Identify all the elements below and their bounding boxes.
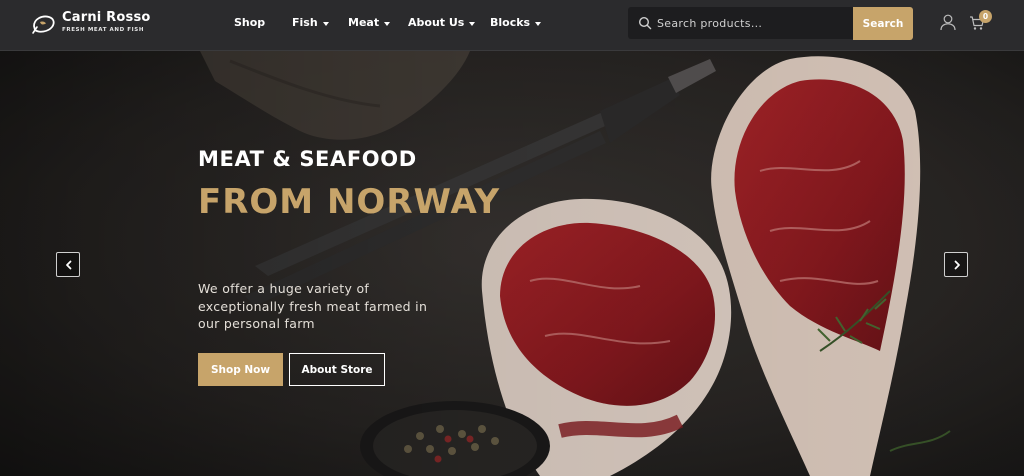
nav-item-blocks[interactable]: Blocks bbox=[490, 16, 542, 29]
nav-item-meat[interactable]: Meat bbox=[348, 16, 391, 29]
nav-item-about-us[interactable]: About Us bbox=[408, 16, 476, 29]
user-icon[interactable] bbox=[939, 13, 957, 31]
chevron-down-icon bbox=[535, 22, 542, 26]
search-button[interactable]: Search bbox=[853, 7, 913, 40]
brand-name: Carni Rosso bbox=[62, 10, 151, 25]
slider-next-button[interactable] bbox=[944, 252, 968, 277]
chevron-down-icon bbox=[322, 22, 329, 26]
cart-count-badge: 0 bbox=[979, 10, 992, 23]
logo-icon bbox=[32, 15, 55, 34]
about-store-button[interactable]: About Store bbox=[289, 353, 385, 386]
brand-tagline: FRESH MEAT AND FISH bbox=[62, 27, 145, 33]
nav-item-shop[interactable]: Shop bbox=[234, 16, 265, 29]
nav-item-label: Meat bbox=[348, 16, 380, 29]
search-input[interactable] bbox=[657, 7, 847, 39]
hero-title: FROM NORWAY bbox=[198, 182, 501, 222]
shop-now-button[interactable]: Shop Now bbox=[198, 353, 283, 386]
brand-logo[interactable]: Carni Rosso FRESH MEAT AND FISH bbox=[31, 10, 161, 40]
site-header: Carni Rosso FRESH MEAT AND FISH Shop Fis… bbox=[0, 0, 1024, 51]
hero-description: We offer a huge variety of exceptionally… bbox=[198, 281, 428, 331]
slider-prev-button[interactable] bbox=[56, 252, 80, 277]
nav-item-label: Blocks bbox=[490, 16, 531, 29]
nav-item-label: About Us bbox=[408, 16, 465, 29]
hero-background-image bbox=[0, 51, 1024, 476]
chevron-down-icon bbox=[469, 22, 476, 26]
nav-item-label: Fish bbox=[292, 16, 318, 29]
chevron-right-icon bbox=[954, 260, 960, 270]
nav-item-label: Shop bbox=[234, 16, 266, 29]
nav-item-fish[interactable]: Fish bbox=[292, 16, 329, 29]
search-icon bbox=[638, 16, 652, 30]
chevron-down-icon bbox=[384, 22, 391, 26]
chevron-left-icon bbox=[66, 260, 72, 270]
search-bar bbox=[628, 7, 854, 39]
hero-slider: MEAT & SEAFOOD FROM NORWAY We offer a hu… bbox=[0, 51, 1024, 476]
hero-subtitle: MEAT & SEAFOOD bbox=[198, 147, 417, 171]
